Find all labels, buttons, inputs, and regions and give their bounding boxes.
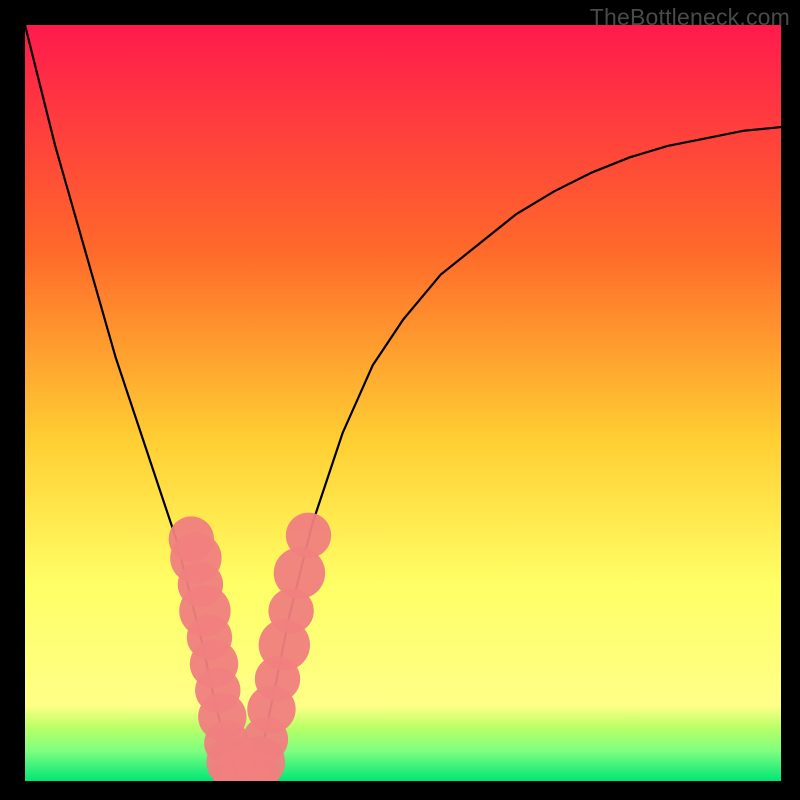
marker-dot <box>286 513 331 558</box>
chart-svg <box>25 25 781 781</box>
chart-frame: TheBottleneck.com <box>0 0 800 800</box>
gradient-background <box>25 25 781 781</box>
watermark-text: TheBottleneck.com <box>590 4 790 31</box>
plot-area <box>25 25 781 781</box>
